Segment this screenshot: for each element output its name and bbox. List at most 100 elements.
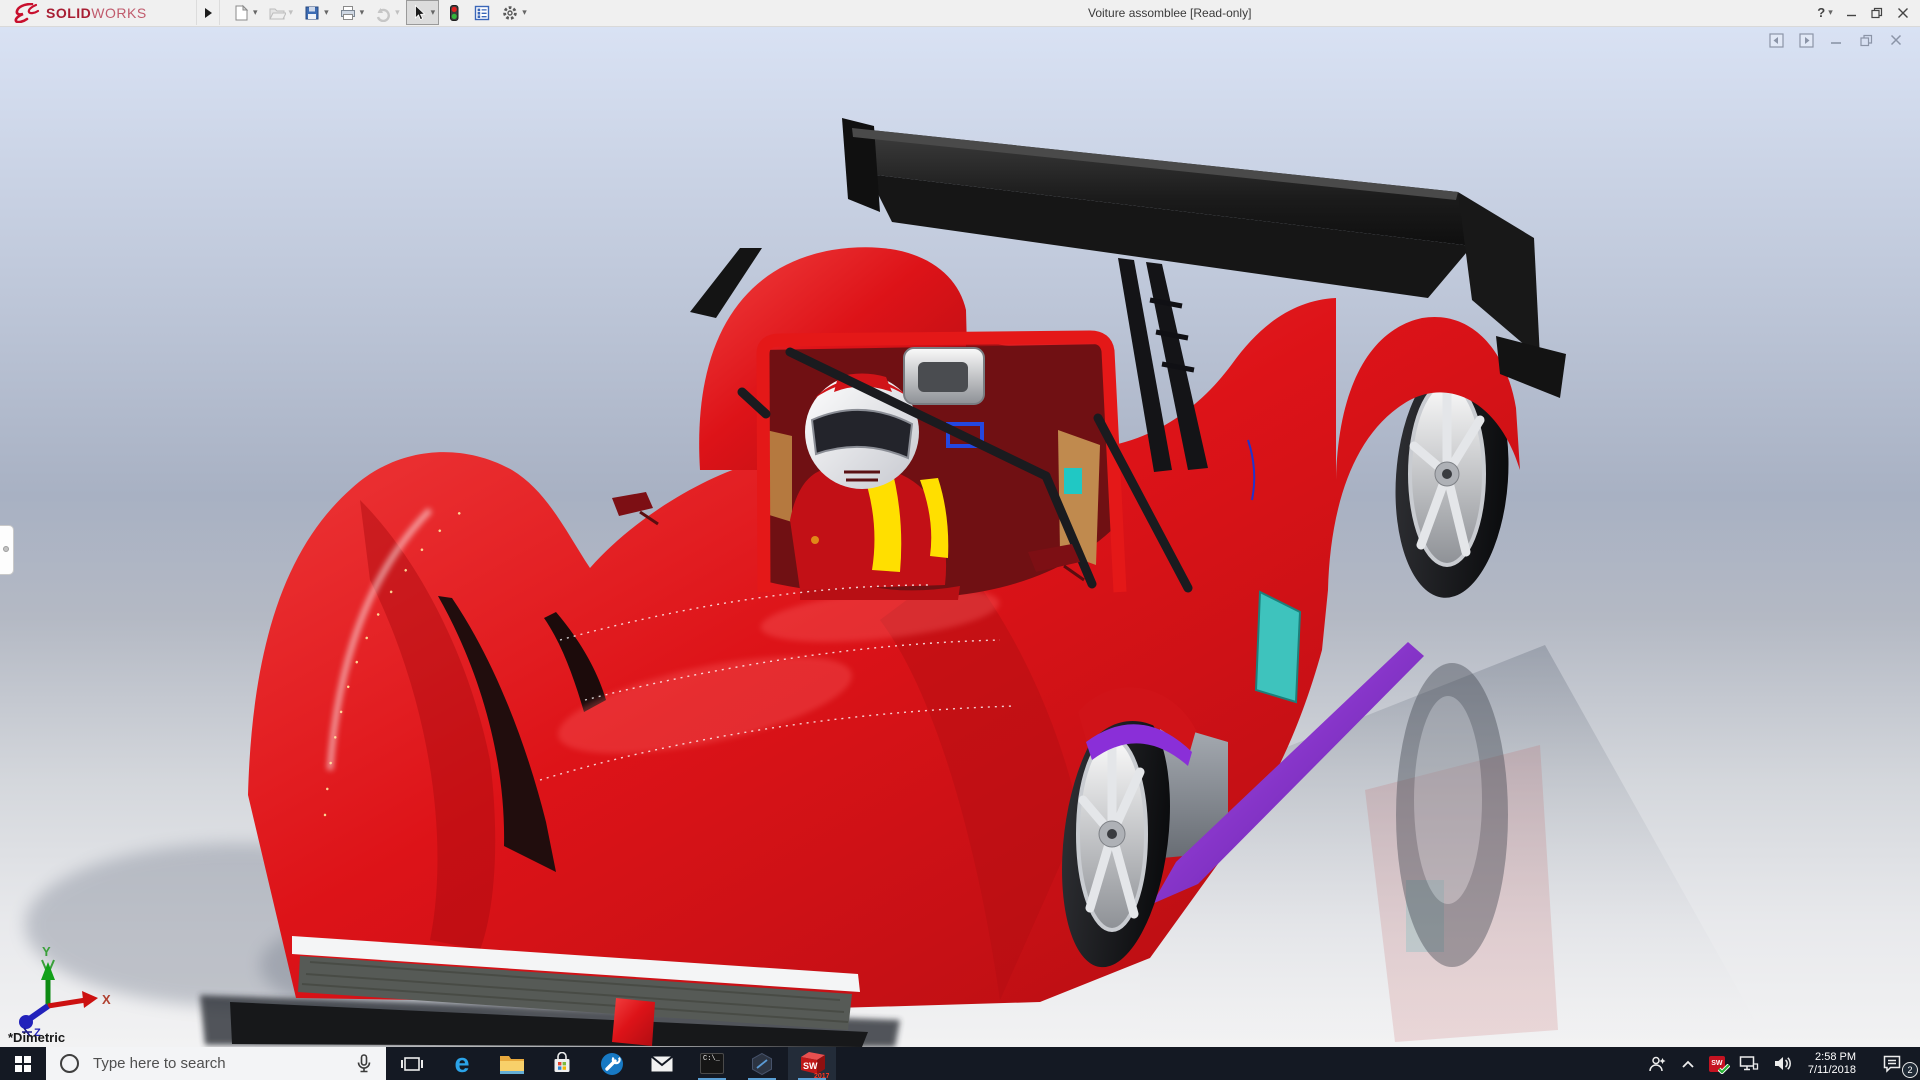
solidworks-mark-icon [14,3,40,23]
rebuild-button[interactable] [441,0,467,25]
cockpit [737,330,1193,600]
chevron-up-icon [1682,1060,1694,1068]
people-icon [1649,1056,1666,1071]
hexagon-app-button[interactable] [738,1047,786,1080]
panel-tab-dot [3,546,9,552]
help-label: ? [1817,5,1826,20]
notification-badge: 2 [1902,1062,1918,1078]
pane-previous-button[interactable] [1768,32,1784,48]
store-button[interactable] [538,1047,586,1080]
close-button[interactable] [1890,0,1916,25]
microphone-icon[interactable] [352,1052,376,1076]
view-orientation-label: *Dimetric [8,1030,66,1045]
wing-struts [1118,258,1208,472]
solidworks-app-icon: SW 2017 [801,1051,829,1079]
clock-time: 2:58 PM [1815,1050,1856,1063]
speaker-icon [1774,1057,1791,1070]
file-properties-icon [474,5,490,20]
save-button[interactable]: ▾ [299,0,333,25]
quick-toolbar: ▾ ▾ ▾ ▾ ▾ ▾ ▾ [228,0,533,25]
clock-date: 7/11/2018 [1807,1063,1856,1076]
new-document-button[interactable]: ▾ [228,0,262,25]
people-button[interactable] [1640,1047,1674,1080]
task-view-button[interactable] [388,1047,436,1080]
solidworks-icon-label: SW [803,1061,818,1071]
side-window [1254,590,1302,704]
dropdown-caret[interactable]: ▾ [395,7,400,18]
volume-button[interactable] [1766,1047,1800,1080]
restore-button[interactable] [1864,0,1890,25]
brand-text: SOLIDWORKS [46,5,147,21]
dropdown-caret[interactable]: ▾ [522,7,527,18]
window-controls: ? ▾ [1812,0,1916,25]
print-button[interactable]: ▾ [335,0,369,25]
open-button[interactable]: ▾ [264,0,298,25]
doc-minimize-button[interactable] [1828,32,1844,48]
taskbar-search[interactable] [46,1047,386,1080]
edge-button[interactable]: e [438,1047,486,1080]
triad-y-label: Y [42,944,51,959]
triad-x-label: X [102,992,111,1007]
doc-close-button[interactable] [1888,32,1904,48]
rear-wheel-reflection [1396,663,1508,967]
wrench-tool-icon [601,1052,623,1075]
undo-button[interactable]: ▾ [370,0,404,25]
mail-icon [650,1055,674,1071]
pane-right-icon [1798,32,1814,48]
file-explorer-button[interactable] [488,1047,536,1080]
solidworks-tray-button[interactable]: SW [1702,1047,1732,1080]
solidworks-taskbar-button[interactable]: SW 2017 [788,1047,836,1080]
print-icon [340,5,355,20]
rebuild-traffic-light-icon [450,4,459,21]
orientation-triad: Y X Z [12,944,112,1039]
help-button[interactable]: ? ▾ [1812,0,1838,25]
dropdown-caret[interactable]: ▾ [324,7,329,18]
expand-arrow-icon [204,7,212,18]
mail-button[interactable] [638,1047,686,1080]
select-button[interactable]: ▾ [405,0,440,25]
pane-left-icon [1768,32,1784,48]
feature-panel-tab[interactable] [0,525,14,575]
menu-expand-button[interactable] [196,0,220,25]
command-prompt-button[interactable]: C:\_ [688,1047,736,1080]
minimize-button[interactable] [1838,0,1864,25]
windows-taskbar: e C:\_ [0,1047,1920,1080]
store-icon [554,1051,570,1072]
doc-close-icon [1890,34,1902,46]
settings-tool-button[interactable] [588,1047,636,1080]
graphics-area[interactable] [0,26,1920,1047]
command-prompt-icon: C:\_ [700,1053,724,1074]
file-explorer-icon [500,1055,524,1074]
restore-icon [1871,7,1883,18]
dropdown-caret[interactable]: ▾ [253,7,258,18]
action-center-button[interactable]: 2 [1864,1047,1920,1080]
pane-next-button[interactable] [1798,32,1814,48]
options-button[interactable]: ▾ [497,0,531,25]
search-input[interactable] [91,1054,342,1073]
gear-icon [503,5,517,20]
hexagon-app-icon [752,1052,772,1075]
dropdown-caret[interactable]: ▾ [289,7,294,18]
document-window-controls [1768,32,1904,48]
minimize-icon [1846,14,1856,17]
open-icon [268,8,286,19]
viewport-background: Y X Z *Dimetric [0,26,1920,1047]
window-title: Voiture assomblee [Read-only] [1088,6,1252,20]
network-icon [1739,1056,1759,1071]
task-view-icon [401,1056,423,1071]
solidworks-logo[interactable]: SOLIDWORKS [12,2,147,24]
undo-icon [376,7,391,22]
doc-restore-button[interactable] [1858,32,1874,48]
start-button[interactable] [0,1047,46,1080]
check-icon [1717,1064,1730,1074]
file-properties-button[interactable] [469,0,495,25]
brand-bold: SOLID [46,5,92,21]
dropdown-caret[interactable]: ▾ [360,7,365,18]
close-icon [1898,7,1908,18]
dropdown-caret[interactable]: ▾ [431,7,436,18]
hidden-icons-button[interactable] [1674,1047,1702,1080]
taskbar-clock[interactable]: 2:58 PM 7/11/2018 [1800,1051,1864,1077]
network-button[interactable] [1732,1047,1766,1080]
windows-logo-icon [15,1055,31,1072]
system-tray: SW 2:58 PM 7/11/2018 2 [1640,1047,1920,1080]
